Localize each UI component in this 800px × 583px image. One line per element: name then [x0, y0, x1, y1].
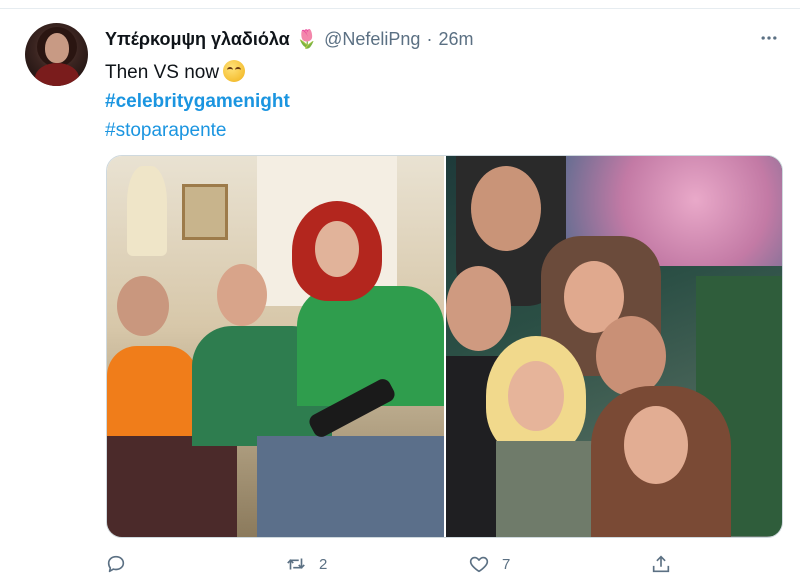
jeans: [257, 436, 444, 537]
retweet-button[interactable]: 2: [285, 553, 327, 575]
face: [596, 316, 666, 396]
hashtag-stoparapente[interactable]: #stoparapente: [105, 116, 290, 145]
face: [508, 361, 564, 431]
share-button[interactable]: [650, 553, 684, 575]
face: [624, 406, 688, 484]
avatar-face: [45, 33, 69, 63]
avatar[interactable]: [25, 23, 88, 86]
tweet-timestamp[interactable]: 26m: [438, 29, 473, 50]
tweet-body-text: Then VS now: [105, 62, 220, 83]
user-handle[interactable]: @NefeliPng: [324, 29, 420, 50]
dark-skirt: [107, 436, 237, 537]
green-top: [496, 441, 606, 537]
avatar-body: [35, 63, 79, 86]
then-photo[interactable]: [107, 156, 444, 537]
now-photo[interactable]: [446, 156, 782, 537]
face: [446, 266, 511, 351]
picture-frame: [182, 184, 228, 240]
hashtag-celebritygamenight[interactable]: #celebritygamenight: [105, 87, 290, 116]
dot-separator: ·: [426, 28, 433, 49]
share-icon: [652, 555, 670, 573]
face: [315, 221, 359, 277]
display-name[interactable]: Υπέρκομψη γλαδιόλα: [105, 29, 290, 50]
heart-icon: [469, 556, 489, 573]
tweet-actions: 2 7: [105, 553, 705, 579]
retweet-icon: [287, 558, 305, 570]
face: [117, 276, 169, 336]
retweet-count: 2: [319, 555, 328, 573]
lamp: [127, 166, 167, 256]
face-with-rolling-eyes-emoji: [223, 60, 246, 82]
reply-button[interactable]: [105, 553, 139, 575]
tweet-text: Then VS now #celebritygamenight #stopara…: [105, 58, 290, 145]
top-divider: [0, 8, 800, 9]
more-options-button[interactable]: [757, 28, 781, 48]
face: [217, 264, 267, 326]
tweet-media[interactable]: [106, 155, 783, 538]
more-horizontal-icon: [761, 36, 777, 40]
like-count: 7: [502, 555, 511, 573]
face: [471, 166, 541, 251]
tweet-header: Υπέρκομψη γλαδιόλα 🌷 @NefeliPng · 26m: [105, 28, 473, 50]
tulip-emoji: 🌷: [295, 28, 319, 49]
reply-icon: [107, 555, 125, 573]
like-button[interactable]: 7: [468, 553, 510, 575]
